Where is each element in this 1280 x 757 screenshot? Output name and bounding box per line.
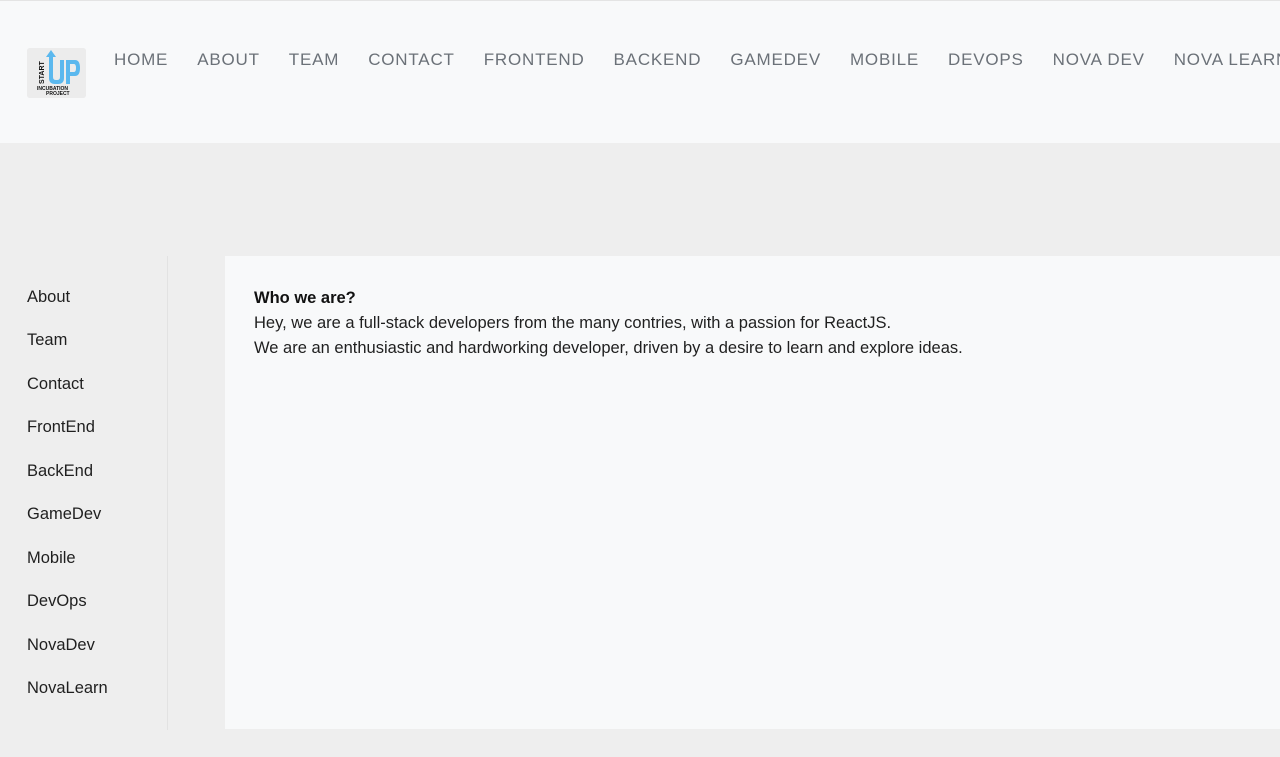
sidebar-item-about[interactable]: About [27,287,70,307]
sidebar-item-novalearn[interactable]: NovaLearn [27,678,108,698]
sidebar-item-novadev[interactable]: NovaDev [27,635,95,655]
about-section: Who we are? Hey, we are a full-stack dev… [254,286,1254,361]
top-nav: HOME ABOUT TEAM CONTACT FRONTEND BACKEND… [114,49,1280,71]
site-header: START INCUBATION PROJECT UP HOME ABOUT T… [0,0,1280,143]
logo-project-text: PROJECT [46,91,70,97]
nav-about[interactable]: ABOUT [197,49,260,71]
nav-gamedev[interactable]: GAMEDEV [730,49,821,71]
sidebar-item-team[interactable]: Team [27,330,67,350]
logo-start-text: START [39,60,46,84]
sidebar-item-backend[interactable]: BackEnd [27,461,93,481]
logo[interactable]: START INCUBATION PROJECT UP [27,48,86,98]
nav-backend[interactable]: BACKEND [614,49,702,71]
paragraph: We are an enthusiastic and hardworking d… [254,339,963,357]
nav-frontend[interactable]: FRONTEND [484,49,585,71]
sidebar-item-devops[interactable]: DevOps [27,591,87,611]
sidebar-item-mobile[interactable]: Mobile [27,548,76,568]
section-title: Who we are? [254,289,356,307]
nav-nova-learn[interactable]: NOVA LEARN [1174,49,1280,71]
nav-team[interactable]: TEAM [289,49,339,71]
sidebar: About Team Contact FrontEnd BackEnd Game… [0,256,168,730]
sidebar-item-contact[interactable]: Contact [27,374,84,394]
sidebar-item-gamedev[interactable]: GameDev [27,504,101,524]
main-content: Who we are? Hey, we are a full-stack dev… [225,256,1280,729]
nav-nova-dev[interactable]: NOVA DEV [1053,49,1145,71]
nav-contact[interactable]: CONTACT [368,49,455,71]
startup-logo-icon: START INCUBATION PROJECT [27,48,86,98]
nav-home[interactable]: HOME [114,49,168,71]
paragraph: Hey, we are a full-stack developers from… [254,314,892,332]
nav-devops[interactable]: DEVOPS [948,49,1024,71]
nav-mobile[interactable]: MOBILE [850,49,919,71]
sidebar-item-frontend[interactable]: FrontEnd [27,417,95,437]
